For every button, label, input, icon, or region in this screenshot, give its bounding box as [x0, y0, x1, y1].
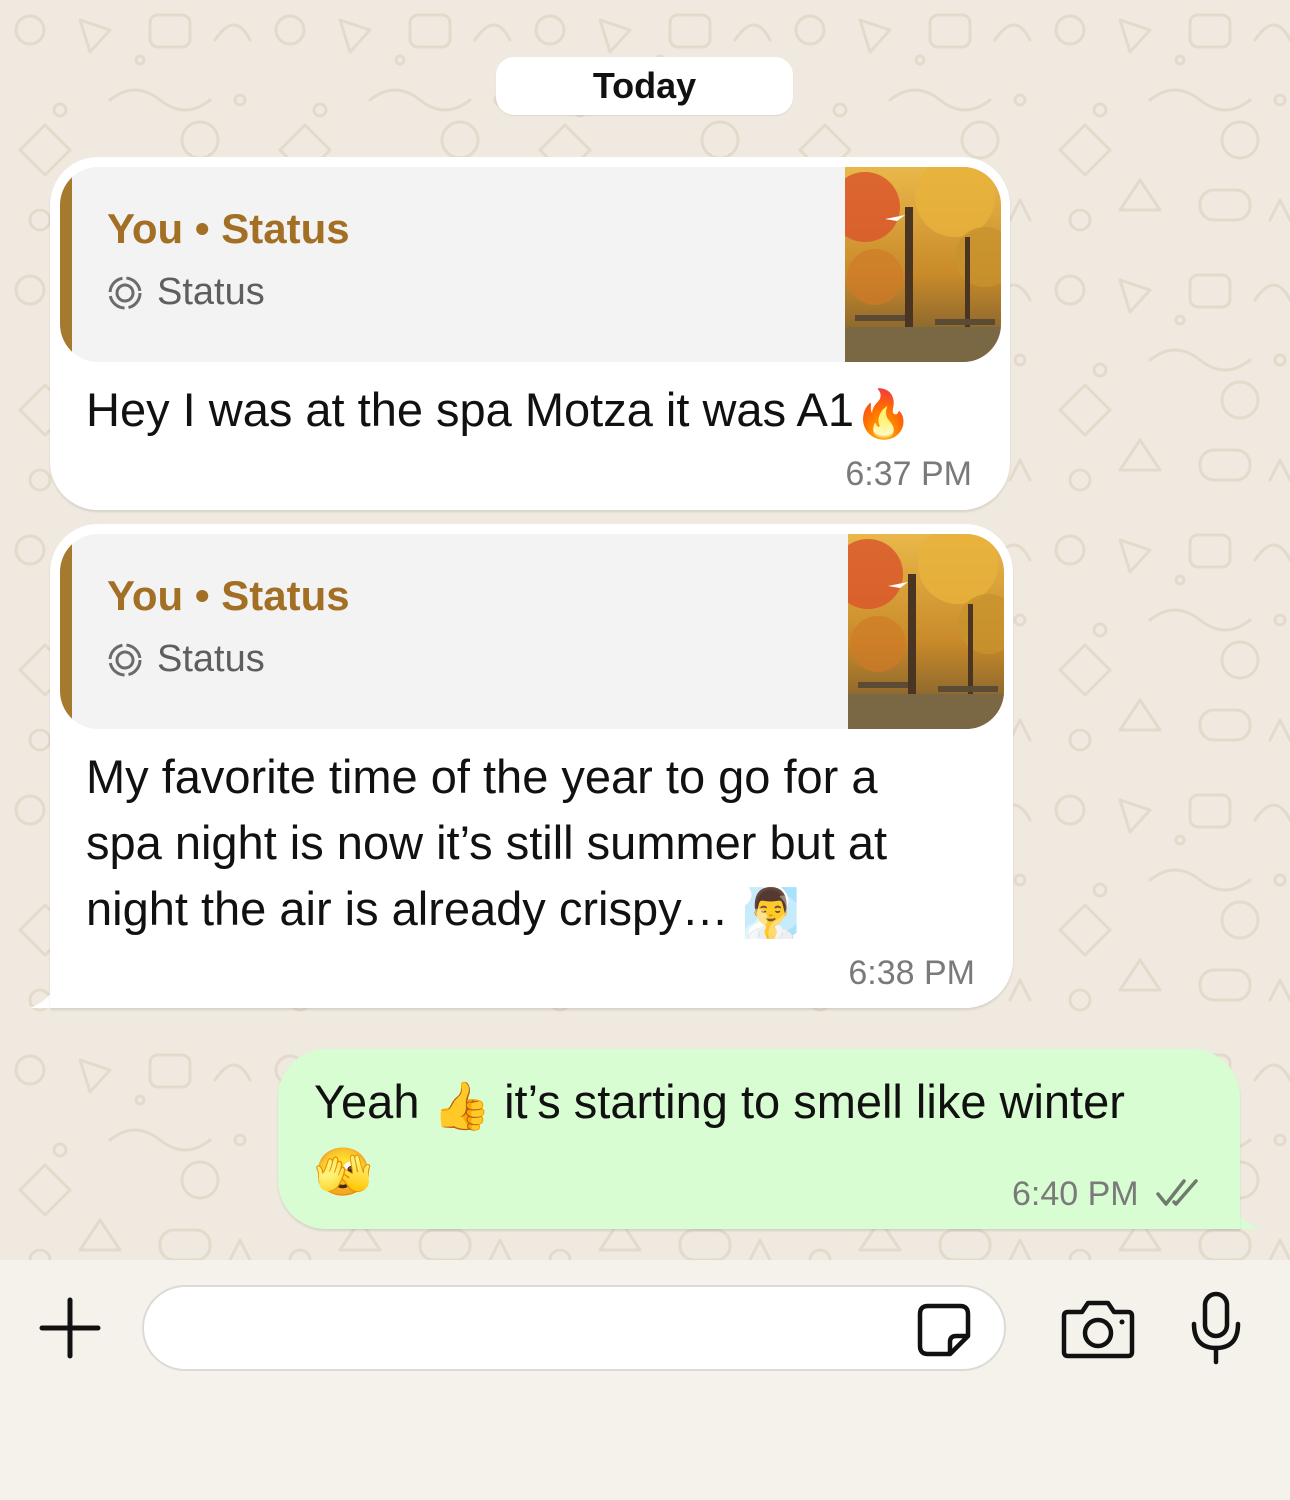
microphone-icon[interactable] — [1188, 1290, 1244, 1366]
quote-title: You • Status — [107, 205, 350, 252]
status-thumbnail[interactable] — [845, 167, 1001, 362]
message-timestamp: 6:38 PM — [848, 954, 975, 992]
date-separator: Today — [496, 57, 793, 115]
quoted-status-reply[interactable]: You • Status Status — [60, 534, 1004, 729]
sticker-icon[interactable] — [914, 1300, 974, 1360]
message-text-content: night the air is already crispy… — [86, 882, 742, 935]
message-text-line: night the air is already crispy… 🧖‍♂️ — [86, 876, 800, 946]
double-check-icon — [1156, 1179, 1198, 1206]
quote-subtitle: Status — [107, 638, 265, 681]
incoming-message[interactable]: You • Status Status — [50, 524, 1013, 1008]
quote-subtitle-text: Status — [157, 638, 265, 680]
camera-icon[interactable] — [1060, 1298, 1136, 1360]
outgoing-message[interactable]: Yeah 👍 it’s starting to smell like winte… — [278, 1049, 1240, 1229]
message-text-content: Yeah — [314, 1075, 433, 1128]
message-text-line: My favorite time of the year to go for a — [86, 750, 878, 803]
fire-emoji: 🔥 — [854, 386, 913, 440]
person-in-steamy-room-emoji: 🧖‍♂️ — [741, 885, 801, 939]
status-ring-icon — [108, 643, 142, 676]
status-thumbnail[interactable] — [848, 534, 1004, 729]
message-text-line: spa night is now it’s still summer but a… — [86, 816, 888, 869]
incoming-message[interactable]: You • Status Status — [50, 157, 1010, 510]
autumn-park-photo — [848, 534, 1004, 729]
message-text-content: Hey I was at the spa Motza it was A1 — [86, 383, 855, 436]
message-text: Yeah 👍 it’s starting to smell like winte… — [314, 1069, 1125, 1139]
face-with-peeking-eye-emoji: 🫣 — [314, 1144, 373, 1198]
status-ring-icon — [108, 276, 142, 309]
message-timestamp: 6:40 PM — [1012, 1175, 1139, 1213]
quoted-status-reply[interactable]: You • Status Status — [60, 167, 1001, 362]
message-timestamp: 6:37 PM — [845, 455, 972, 493]
quote-accent-bar — [60, 534, 72, 729]
message-text-content: it’s starting to smell like winter — [491, 1075, 1125, 1128]
quote-subtitle-text: Status — [157, 271, 265, 313]
thumbs-up-emoji: 👍 — [432, 1078, 492, 1132]
message-input[interactable] — [142, 1285, 1006, 1371]
autumn-park-photo — [845, 167, 1001, 362]
quote-subtitle: Status — [107, 271, 265, 314]
plus-icon[interactable] — [38, 1296, 102, 1360]
quote-title: You • Status — [107, 572, 350, 619]
message-text-line: 🫣 — [314, 1135, 373, 1205]
quote-accent-bar — [60, 167, 72, 362]
message-text: Hey I was at the spa Motza it was A1🔥 — [86, 377, 913, 447]
